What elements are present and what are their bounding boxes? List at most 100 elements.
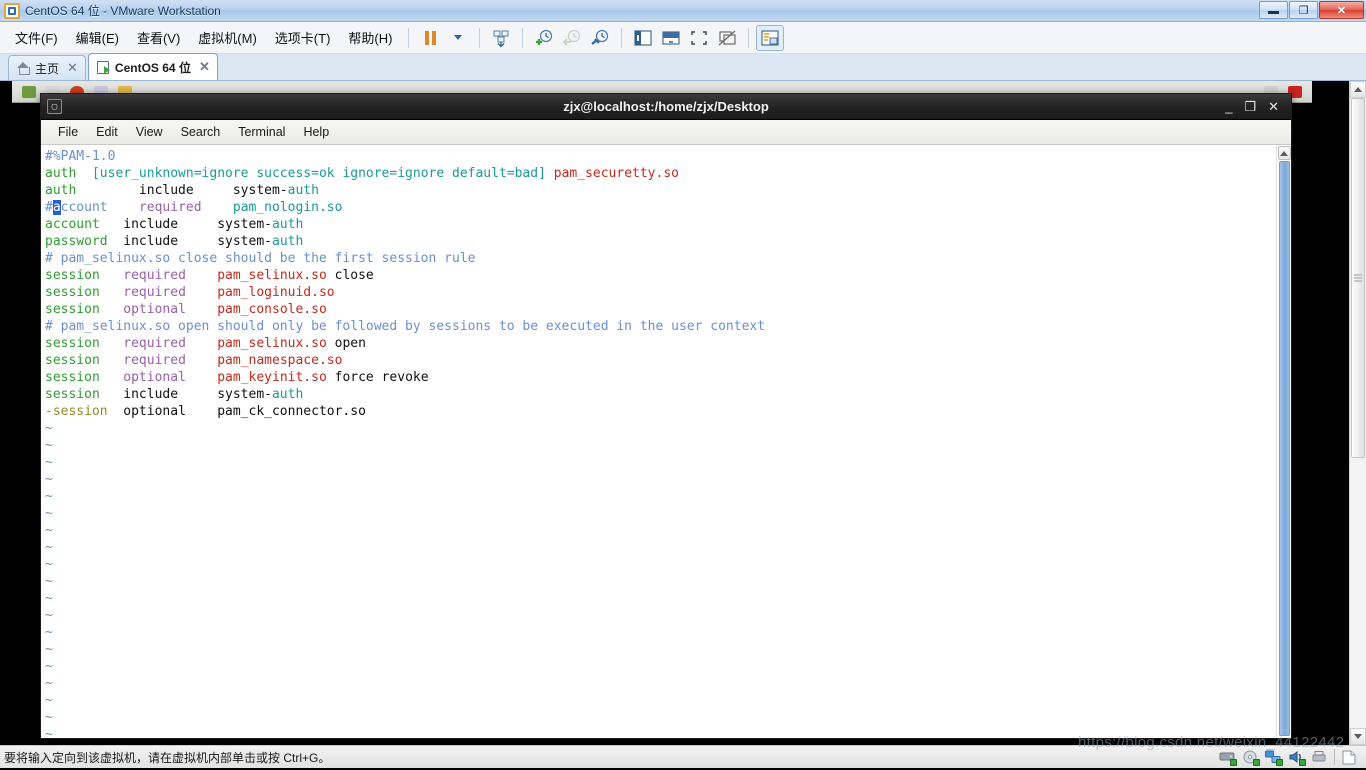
vim-line: # pam_selinux.so close should be the fir… [45,250,1276,267]
console-view-button[interactable] [756,25,784,51]
terminal-menu-file[interactable]: File [49,122,87,142]
pause-icon [425,31,436,45]
terminal-menu-view[interactable]: View [127,122,172,142]
vim-token: auth [288,183,319,198]
vim-token: include system- [76,183,287,198]
chevron-up-icon [1280,151,1288,156]
revert-snapshot-button[interactable] [558,25,586,51]
vim-line: session required pam_loginuid.so [45,284,1276,301]
vim-editor-content[interactable]: #%PAM-1.0auth [user_unknown=ignore succe… [41,145,1276,738]
terminal-menu-terminal[interactable]: Terminal [229,122,294,142]
vm-powered-on-icon [97,61,110,74]
vm-guest-screen[interactable]: ▢ zjx@localhost:/home/zjx/Desktop _ ❐ ✕ … [0,81,1366,745]
vm-scroll-down-button[interactable] [1350,728,1366,745]
network-adapter-icon[interactable] [1265,750,1281,764]
unity-mode-button[interactable] [713,25,741,51]
thumbnail-bar-icon [661,29,681,47]
vm-scroll-track[interactable] [1350,98,1366,728]
console-view-icon [761,30,779,46]
restore-button[interactable]: ❐ [1289,1,1318,19]
show-sidebar-button[interactable] [629,25,657,51]
snapshot-manager-icon [590,28,610,48]
vim-token: ccount [61,200,108,215]
printer-icon[interactable] [1311,750,1327,764]
terminal-body[interactable]: #%PAM-1.0auth [user_unknown=ignore succe… [41,145,1291,738]
status-separator [1334,749,1335,765]
vim-line: -session optional pam_ck_connector.so [45,403,1276,420]
vim-token: account [45,217,100,232]
vim-token: session [45,302,100,317]
window-controls: ❐ ✕ [1259,1,1364,19]
vmware-workstation-window: CentOS 64 位 - VMware Workstation ❐ ✕ 文件(… [0,0,1366,768]
vim-token: required [123,268,186,283]
vim-token: auth [45,166,76,181]
vim-token: pam_selinux.so [217,268,327,283]
vm-scroll-thumb[interactable] [1351,98,1365,458]
vim-token: required [139,200,202,215]
message-log-icon[interactable] [1342,750,1358,764]
send-ctrl-alt-del-button[interactable] [487,25,515,51]
vmware-statusbar: 要将输入定向到该虚拟机，请在虚拟机内部单击或按 Ctrl+G。 https://… [0,745,1366,768]
minimize-button[interactable] [1259,1,1288,19]
full-screen-button[interactable] [685,25,713,51]
chevron-down-icon [1354,734,1362,739]
vim-token [100,302,123,317]
vim-token: include system- [100,387,272,402]
vim-token [100,268,123,283]
take-snapshot-button[interactable] [530,25,558,51]
toolbar-separator [408,28,409,48]
terminal-minimize-button[interactable]: _ [1225,100,1232,113]
vim-token [100,285,123,300]
hard-disk-icon[interactable] [1219,750,1235,764]
vm-viewport-scrollbar[interactable] [1349,81,1366,745]
terminal-menu-edit[interactable]: Edit [87,122,127,142]
tab-home-close-icon[interactable]: ✕ [67,60,78,76]
vim-token [546,166,554,181]
sound-card-icon[interactable] [1288,750,1304,764]
snapshot-manager-button[interactable] [586,25,614,51]
terminal-menu-search[interactable]: Search [172,122,230,142]
vim-line: session required pam_selinux.so close [45,267,1276,284]
vim-token: # pam_selinux.so open should only be fol… [45,319,765,334]
menu-vm[interactable]: 虚拟机(M) [189,24,266,51]
vim-token [100,370,123,385]
vim-empty-line-marker: ~ [45,556,1276,573]
power-dropdown-button[interactable] [444,25,472,51]
pause-button[interactable] [416,25,444,51]
snapshot-revert-icon [562,28,582,48]
vim-token: force revoke [327,370,429,385]
terminal-menu-help[interactable]: Help [294,122,338,142]
tab-centos[interactable]: CentOS 64 位 ✕ [88,53,218,80]
terminal-scrollbar[interactable] [1276,145,1291,738]
tab-home[interactable]: 主页 ✕ [8,55,86,80]
menu-view[interactable]: 查看(V) [128,24,189,51]
vim-token: session [45,370,100,385]
vim-line: auth [user_unknown=ignore success=ok ign… [45,165,1276,182]
menu-help[interactable]: 帮助(H) [339,24,401,51]
vim-empty-line-marker: ~ [45,658,1276,675]
cd-dvd-icon[interactable] [1242,750,1258,764]
terminal-titlebar[interactable]: ▢ zjx@localhost:/home/zjx/Desktop _ ❐ ✕ [41,94,1291,120]
close-button[interactable]: ✕ [1319,1,1364,19]
window-title: CentOS 64 位 - VMware Workstation [25,2,221,19]
vim-token: optional [123,370,186,385]
toolbar-separator [522,28,523,48]
menu-edit[interactable]: 编辑(E) [67,24,128,51]
menu-tabs[interactable]: 选项卡(T) [266,24,340,51]
panel-app-icon[interactable] [22,86,36,98]
toolbar-separator [621,28,622,48]
unity-mode-icon [717,29,737,47]
vim-line: #%PAM-1.0 [45,148,1276,165]
show-thumbnail-bar-button[interactable] [657,25,685,51]
vm-scroll-up-button[interactable] [1350,81,1366,98]
menu-file[interactable]: 文件(F) [6,24,67,51]
terminal-scroll-thumb[interactable] [1279,161,1290,736]
terminal-maximize-button[interactable]: ❐ [1244,100,1256,113]
vim-token: pam_securetty.so [554,166,679,181]
vim-token [186,268,217,283]
terminal-close-button[interactable]: ✕ [1268,100,1279,113]
tab-centos-close-icon[interactable]: ✕ [199,59,210,75]
gnome-terminal-window[interactable]: ▢ zjx@localhost:/home/zjx/Desktop _ ❐ ✕ … [40,93,1292,739]
vim-line: session include system-auth [45,386,1276,403]
terminal-scroll-up-button[interactable] [1278,146,1291,160]
